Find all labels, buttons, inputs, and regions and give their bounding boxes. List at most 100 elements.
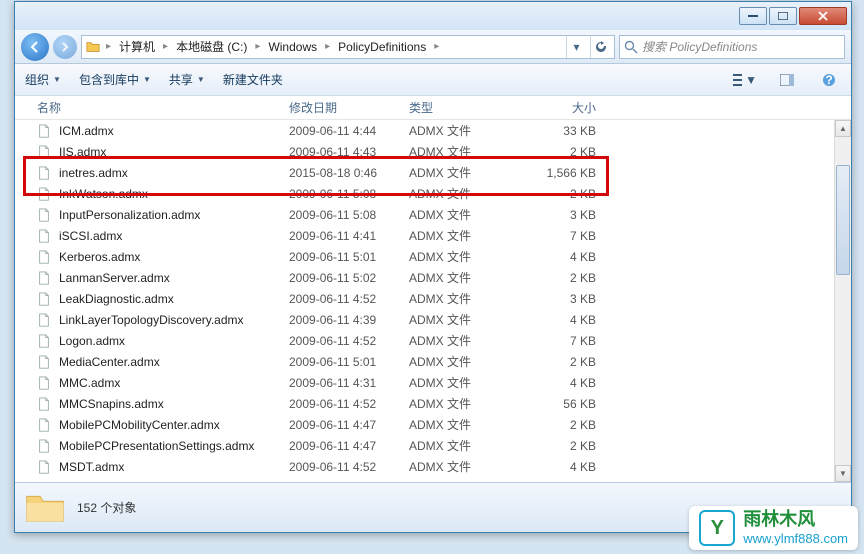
watermark-url: www.ylmf888.com — [743, 531, 848, 547]
table-row[interactable]: MobilePCMobilityCenter.admx2009-06-11 4:… — [15, 414, 851, 435]
vertical-scrollbar[interactable]: ▲ ▼ — [834, 120, 851, 482]
table-row[interactable]: iSCSI.admx2009-06-11 4:41ADMX 文件7 KB — [15, 225, 851, 246]
address-dropdown-button[interactable]: ▾ — [566, 36, 586, 58]
file-date: 2009-06-11 4:52 — [289, 292, 409, 306]
organize-button[interactable]: 组织▼ — [25, 71, 61, 88]
file-type: ADMX 文件 — [409, 248, 524, 265]
refresh-button[interactable] — [590, 36, 610, 58]
table-row[interactable]: InkWatson.admx2009-06-11 5:08ADMX 文件2 KB — [15, 183, 851, 204]
file-size: 1,566 KB — [524, 166, 604, 180]
breadcrumb-item[interactable]: 本地磁盘 (C:) — [174, 38, 249, 55]
table-row[interactable]: Logon.admx2009-06-11 4:52ADMX 文件7 KB — [15, 330, 851, 351]
breadcrumb-item[interactable]: Windows — [266, 40, 319, 54]
table-row[interactable]: inetres.admx2015-08-18 0:46ADMX 文件1,566 … — [15, 162, 851, 183]
file-type: ADMX 文件 — [409, 206, 524, 223]
column-header: 名称 修改日期 类型 大小 — [15, 96, 851, 120]
file-name: LanmanServer.admx — [59, 271, 289, 285]
breadcrumb-sep-icon: ▸ — [432, 41, 441, 52]
back-button[interactable] — [21, 33, 49, 61]
scroll-thumb[interactable] — [836, 165, 850, 275]
file-size: 3 KB — [524, 292, 604, 306]
column-type[interactable]: 类型 — [409, 99, 524, 116]
file-name: InkWatson.admx — [59, 187, 289, 201]
help-button[interactable]: ? — [817, 69, 841, 91]
file-date: 2009-06-11 4:52 — [289, 460, 409, 474]
file-size: 2 KB — [524, 187, 604, 201]
file-icon — [37, 334, 55, 348]
file-type: ADMX 文件 — [409, 122, 524, 139]
new-folder-button[interactable]: 新建文件夹 — [223, 71, 283, 88]
file-icon — [37, 250, 55, 264]
breadcrumb-item[interactable]: 计算机 — [117, 38, 157, 55]
file-date: 2009-06-11 4:47 — [289, 439, 409, 453]
file-size: 33 KB — [524, 124, 604, 138]
status-text: 152 个对象 — [77, 499, 136, 516]
scroll-up-button[interactable]: ▲ — [835, 120, 851, 137]
folder-icon — [25, 490, 65, 526]
file-type: ADMX 文件 — [409, 269, 524, 286]
file-icon — [37, 460, 55, 474]
file-size: 4 KB — [524, 460, 604, 474]
table-row[interactable]: MMCSnapins.admx2009-06-11 4:52ADMX 文件56 … — [15, 393, 851, 414]
table-row[interactable]: Kerberos.admx2009-06-11 5:01ADMX 文件4 KB — [15, 246, 851, 267]
file-icon — [37, 187, 55, 201]
share-button[interactable]: 共享▼ — [169, 71, 205, 88]
include-in-library-button[interactable]: 包含到库中▼ — [79, 71, 151, 88]
table-row[interactable]: ICM.admx2009-06-11 4:44ADMX 文件33 KB — [15, 120, 851, 141]
file-type: ADMX 文件 — [409, 227, 524, 244]
file-size: 2 KB — [524, 355, 604, 369]
file-date: 2009-06-11 4:44 — [289, 124, 409, 138]
watermark-logo-icon: Y — [699, 510, 735, 546]
scroll-down-button[interactable]: ▼ — [835, 465, 851, 482]
preview-pane-button[interactable] — [775, 69, 799, 91]
minimize-button[interactable] — [739, 7, 767, 25]
file-type: ADMX 文件 — [409, 185, 524, 202]
address-bar[interactable]: ▸ 计算机 ▸ 本地磁盘 (C:) ▸ Windows ▸ PolicyDefi… — [81, 35, 615, 59]
forward-button[interactable] — [53, 35, 77, 59]
watermark: Y 雨林木风 www.ylmf888.com — [689, 506, 858, 550]
file-icon — [37, 145, 55, 159]
search-icon — [624, 40, 638, 54]
table-row[interactable]: InputPersonalization.admx2009-06-11 5:08… — [15, 204, 851, 225]
file-type: ADMX 文件 — [409, 164, 524, 181]
file-icon — [37, 124, 55, 138]
search-box[interactable]: 搜索 PolicyDefinitions — [619, 35, 845, 59]
column-date[interactable]: 修改日期 — [289, 99, 409, 116]
toolbar: 组织▼ 包含到库中▼ 共享▼ 新建文件夹 ▼ ? — [15, 64, 851, 96]
file-size: 2 KB — [524, 145, 604, 159]
table-row[interactable]: LanmanServer.admx2009-06-11 5:02ADMX 文件2… — [15, 267, 851, 288]
nav-row: ▸ 计算机 ▸ 本地磁盘 (C:) ▸ Windows ▸ PolicyDefi… — [15, 30, 851, 64]
column-name[interactable]: 名称 — [37, 99, 289, 116]
file-icon — [37, 208, 55, 222]
breadcrumb-item[interactable]: PolicyDefinitions — [336, 40, 428, 54]
breadcrumb-sep-icon: ▸ — [323, 41, 332, 52]
table-row[interactable]: MSDT.admx2009-06-11 4:52ADMX 文件4 KB — [15, 456, 851, 477]
file-size: 7 KB — [524, 334, 604, 348]
scroll-track[interactable] — [835, 137, 851, 465]
column-size[interactable]: 大小 — [524, 99, 604, 116]
table-row[interactable]: LeakDiagnostic.admx2009-06-11 4:52ADMX 文… — [15, 288, 851, 309]
table-row[interactable]: LinkLayerTopologyDiscovery.admx2009-06-1… — [15, 309, 851, 330]
file-date: 2009-06-11 4:52 — [289, 334, 409, 348]
file-icon — [37, 313, 55, 327]
close-button[interactable] — [799, 7, 847, 25]
file-name: LinkLayerTopologyDiscovery.admx — [59, 313, 289, 327]
file-type: ADMX 文件 — [409, 353, 524, 370]
table-row[interactable]: IIS.admx2009-06-11 4:43ADMX 文件2 KB — [15, 141, 851, 162]
maximize-button[interactable] — [769, 7, 797, 25]
table-row[interactable]: MobilePCPresentationSettings.admx2009-06… — [15, 435, 851, 456]
file-icon — [37, 355, 55, 369]
watermark-title: 雨林木风 — [743, 509, 848, 531]
file-name: MMCSnapins.admx — [59, 397, 289, 411]
file-type: ADMX 文件 — [409, 311, 524, 328]
file-date: 2009-06-11 4:52 — [289, 397, 409, 411]
table-row[interactable]: MMC.admx2009-06-11 4:31ADMX 文件4 KB — [15, 372, 851, 393]
file-icon — [37, 376, 55, 390]
file-type: ADMX 文件 — [409, 332, 524, 349]
file-date: 2009-06-11 4:41 — [289, 229, 409, 243]
file-name: MediaCenter.admx — [59, 355, 289, 369]
table-row[interactable]: MediaCenter.admx2009-06-11 5:01ADMX 文件2 … — [15, 351, 851, 372]
view-options-button[interactable]: ▼ — [733, 69, 757, 91]
file-name: InputPersonalization.admx — [59, 208, 289, 222]
breadcrumb-sep-icon: ▸ — [104, 41, 113, 52]
